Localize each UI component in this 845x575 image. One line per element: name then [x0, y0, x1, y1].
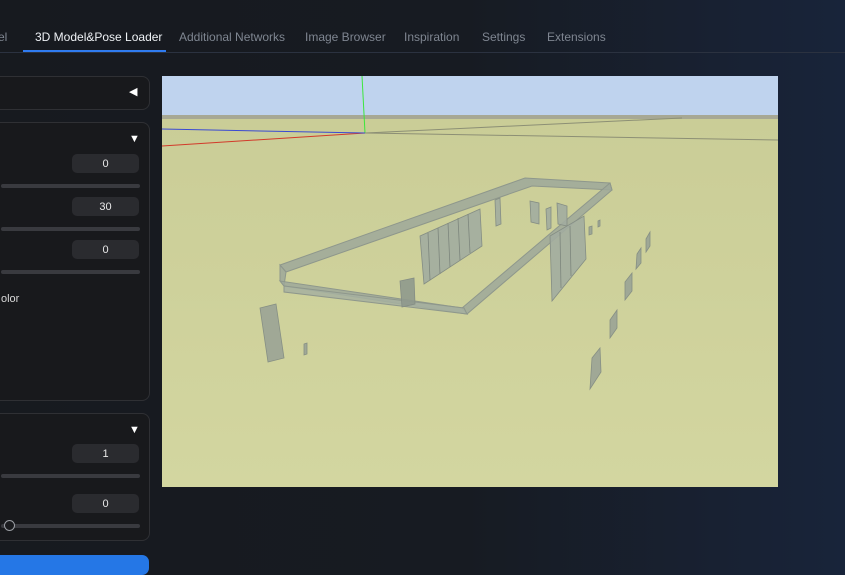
number-input[interactable]: 1: [72, 444, 139, 463]
pose-panel: ▼ 1 0: [0, 413, 150, 541]
slider-track[interactable]: [1, 270, 140, 274]
tab-extensions[interactable]: Extensions: [547, 30, 606, 44]
slider-track[interactable]: [1, 524, 140, 528]
active-tab-indicator: [23, 50, 166, 52]
3d-scene[interactable]: [162, 76, 778, 487]
triangle-left-icon[interactable]: ◀: [129, 85, 137, 98]
number-input[interactable]: 30: [72, 197, 139, 216]
settings-panel: ▼ 0 30 0 olor: [0, 122, 150, 401]
triangle-down-icon[interactable]: ▼: [129, 133, 140, 145]
slider-track[interactable]: [1, 227, 140, 231]
triangle-down-icon[interactable]: ▼: [129, 424, 140, 436]
number-input[interactable]: 0: [72, 494, 139, 513]
tab-model-partial[interactable]: el: [0, 30, 7, 44]
primary-button[interactable]: [0, 555, 149, 575]
slider-track[interactable]: [1, 474, 140, 478]
tab-bar: el 3D Model&Pose Loader Additional Netwo…: [0, 0, 845, 53]
color-label: olor: [1, 293, 20, 305]
accordion-collapsed[interactable]: ◀: [0, 76, 150, 110]
number-input[interactable]: 0: [72, 154, 139, 173]
tab-inspiration[interactable]: Inspiration: [404, 30, 459, 44]
slider-track[interactable]: [1, 184, 140, 188]
sky: [162, 76, 778, 116]
slider-thumb[interactable]: [4, 520, 15, 531]
tab-additional-networks[interactable]: Additional Networks: [179, 30, 285, 44]
tab-image-browser[interactable]: Image Browser: [305, 30, 386, 44]
number-input[interactable]: 0: [72, 240, 139, 259]
3d-viewport[interactable]: [162, 76, 778, 487]
tab-3d-model-pose-loader[interactable]: 3D Model&Pose Loader: [35, 30, 162, 44]
tab-settings[interactable]: Settings: [482, 30, 525, 44]
